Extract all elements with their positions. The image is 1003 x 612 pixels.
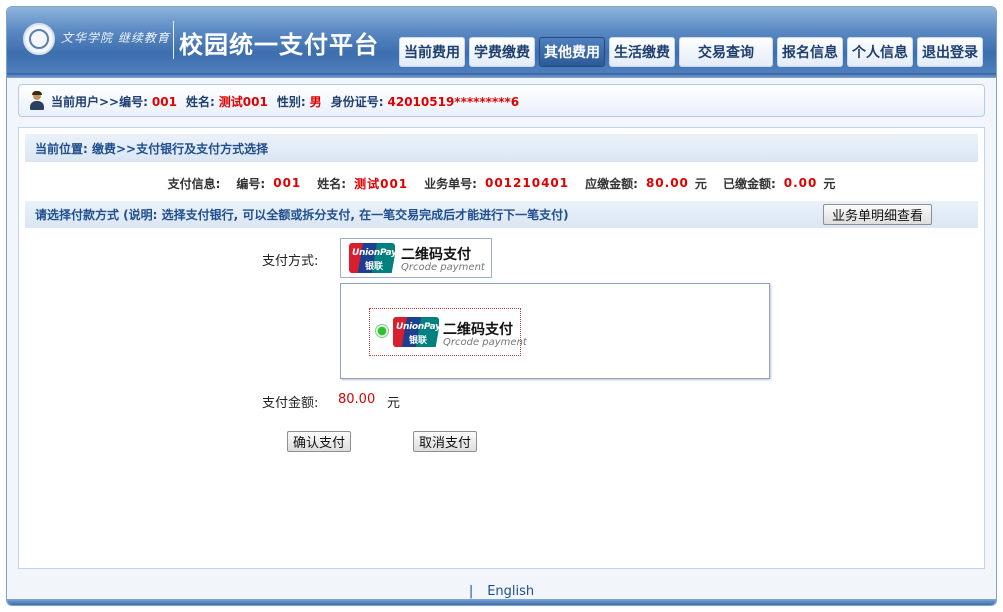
breadcrumb: 当前位置: 缴费>>支付银行及支付方式选择 <box>25 134 978 162</box>
pay-amount-unit: 元 <box>387 396 401 411</box>
language-link[interactable]: English <box>487 584 534 599</box>
logo-divider <box>173 21 174 59</box>
school-logo-text: 文华学院 继续教育学院 <box>61 31 171 45</box>
cancel-payment-button[interactable]: 取消支付 <box>413 431 478 452</box>
qr-payment-subtitle: Qrcode payment <box>401 262 485 273</box>
platform-title: 校园统一支付平台 <box>179 31 379 59</box>
user-gender: 男 <box>309 95 322 109</box>
user-gender-label: 性别: <box>276 95 306 109</box>
payment-method-tab[interactable]: UnionPay 银联 二维码支付 Qrcode payment <box>340 238 492 278</box>
nav-living-fees[interactable]: 生活缴费 <box>609 37 675 67</box>
user-name-label: 姓名: <box>185 95 215 109</box>
order-no-label: 业务单号: <box>424 176 477 191</box>
header: 文华学院 继续教育学院 校园统一支付平台 当前费用 学费缴费 其他费用 生活缴费… <box>7 7 996 73</box>
nav-transactions[interactable]: 交易查询 <box>679 37 773 67</box>
header-strip <box>7 73 996 78</box>
payment-name: 测试001 <box>354 176 409 191</box>
qr-payment-title: 二维码支付 <box>401 247 471 263</box>
order-no: 001210401 <box>484 176 570 190</box>
payment-info: 支付信息: 编号: 001 姓名: 测试001 业务单号: 001210401 … <box>19 173 984 193</box>
user-idcard: 42010519*********6 <box>387 94 520 109</box>
bottom-strip <box>7 599 996 605</box>
qr-option-title: 二维码支付 <box>443 322 513 338</box>
current-user-bar: 当前用户>>编号: 001 姓名: 测试001 性别: 男 身份证号: 4201… <box>18 84 985 117</box>
school-seal-icon <box>23 23 55 55</box>
nav-other-fees[interactable]: 其他费用 <box>539 37 605 67</box>
due-amount: 80.00 <box>645 176 689 190</box>
user-idcard-label: 身份证号: <box>330 95 384 109</box>
paid-amount-unit: 元 <box>823 176 836 191</box>
user-id: 001 <box>151 94 177 109</box>
paid-amount-label: 已缴金额: <box>722 176 776 191</box>
user-icon <box>29 91 45 110</box>
current-user-info: 当前用户>>编号: 001 姓名: 测试001 性别: 男 身份证号: 4201… <box>51 85 519 118</box>
pay-amount-label: 支付金额: <box>262 396 319 411</box>
due-amount-label: 应缴金额: <box>585 176 638 191</box>
payment-id: 001 <box>273 176 302 190</box>
unionpay-logo-icon: UnionPay 银联 <box>349 243 395 273</box>
footer-separator: | <box>468 583 474 599</box>
payment-name-label: 姓名: <box>317 176 347 191</box>
user-id-label: 当前用户>>编号: <box>51 95 148 109</box>
payment-method-bar: 请选择付款方式 (说明: 选择支付银行, 可以全额或拆分支付, 在一笔交易完成后… <box>25 201 978 228</box>
payment-instruction: 请选择付款方式 (说明: 选择支付银行, 可以全额或拆分支付, 在一笔交易完成后… <box>35 208 569 222</box>
nav-registration[interactable]: 报名信息 <box>777 37 843 67</box>
nav-tuition[interactable]: 学费缴费 <box>469 37 535 67</box>
qr-option-subtitle: Qrcode payment <box>443 337 527 348</box>
nav-profile[interactable]: 个人信息 <box>847 37 913 67</box>
user-name: 测试001 <box>218 95 268 109</box>
qr-payment-radio[interactable] <box>375 324 389 338</box>
pay-amount: 80.00 <box>338 392 376 407</box>
due-amount-unit: 元 <box>694 176 707 191</box>
unionpay-logo-icon: UnionPay 银联 <box>393 317 439 347</box>
order-detail-button[interactable]: 业务单明细查看 <box>822 204 932 225</box>
nav-current-fees[interactable]: 当前费用 <box>399 37 465 67</box>
main-panel: 当前位置: 缴费>>支付银行及支付方式选择 支付信息: 编号: 001 姓名: … <box>18 127 985 569</box>
payment-id-label: 编号: <box>236 176 266 191</box>
payment-info-heading: 支付信息: <box>167 176 221 191</box>
payment-options-box: UnionPay 银联 二维码支付 Qrcode payment <box>340 283 770 379</box>
nav-logout[interactable]: 退出登录 <box>917 37 983 67</box>
qr-payment-option[interactable]: UnionPay 银联 二维码支付 Qrcode payment <box>369 308 527 356</box>
confirm-payment-button[interactable]: 确认支付 <box>287 431 352 452</box>
payment-method-label: 支付方式: <box>262 254 319 269</box>
app-frame: 文华学院 继续教育学院 校园统一支付平台 当前费用 学费缴费 其他费用 生活缴费… <box>6 6 997 606</box>
paid-amount: 0.00 <box>783 176 818 190</box>
